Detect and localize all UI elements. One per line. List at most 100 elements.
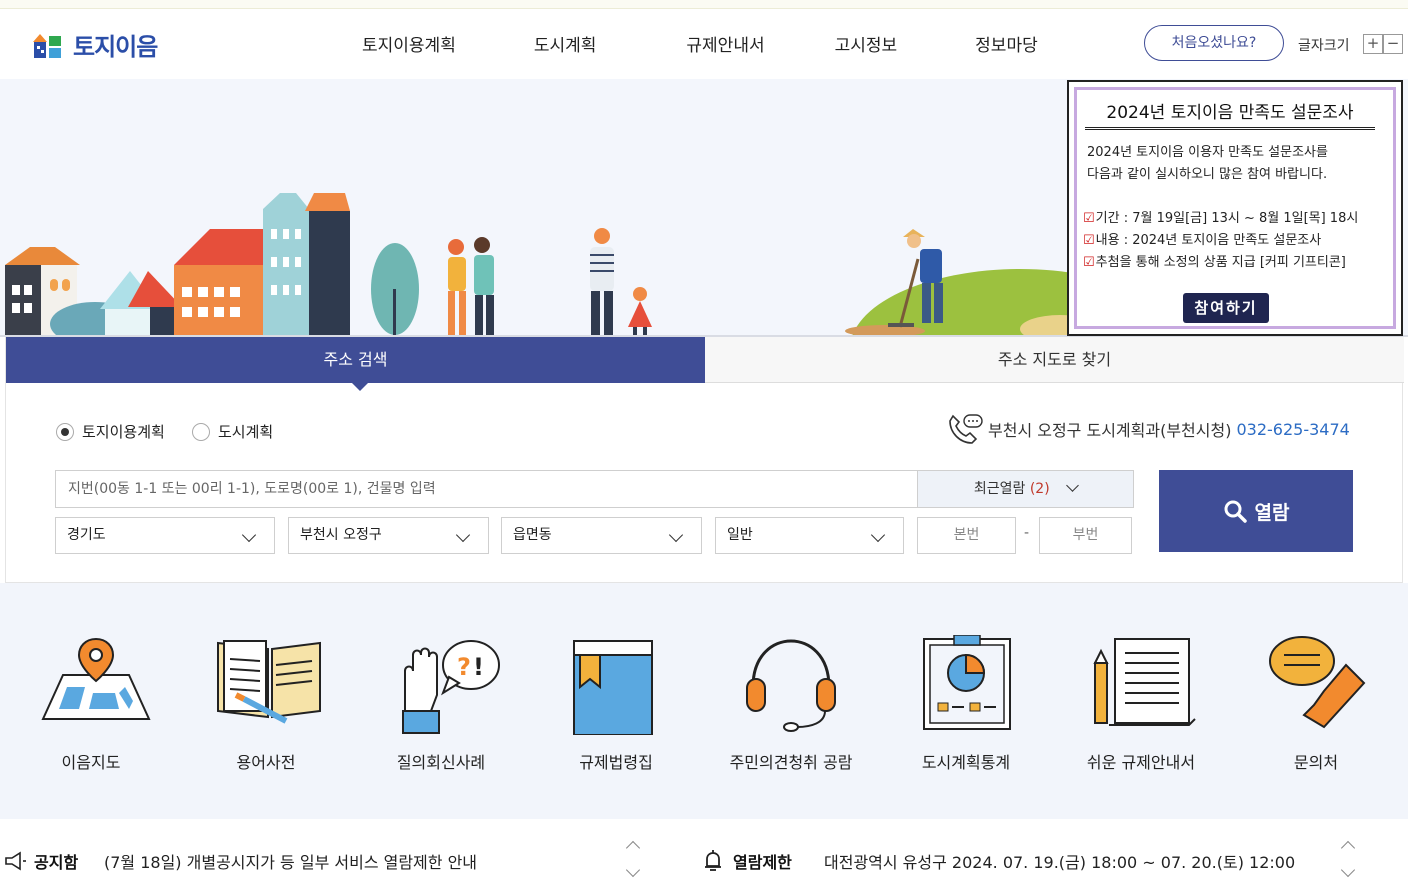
popup-item-text: 내용 : 2024년 토지이음 만족도 설문조사 — [1095, 233, 1322, 248]
popup-item-text: 기간 : 7월 19일[금] 13시 ~ 8월 1일[목] 18시 — [1095, 211, 1359, 226]
participate-button[interactable]: 참여하기 — [1183, 293, 1269, 323]
font-size-label: 글자크기 — [1298, 38, 1350, 54]
quick-link-label: 문의처 — [1293, 753, 1339, 772]
question-hand-icon: ? ! — [402, 640, 500, 734]
quick-link-label: 쉬운 규제안내서 — [1086, 753, 1196, 772]
restriction-text[interactable]: 대전광역시 유성구 2024. 07. 19.(금) 18:00 ~ 07. 2… — [824, 849, 1295, 873]
notice-text[interactable]: (7월 18일) 개별공시지가 등 일부 서비스 열람제한 안내 — [104, 849, 477, 873]
speaker-icon — [5, 851, 26, 871]
popup-item: ☑기간 : 7월 19일[금] 13시 ~ 8월 1일[목] 18시 — [1083, 208, 1383, 230]
headset-icon — [746, 639, 836, 732]
nav-info-plaza[interactable]: 정보마당 — [975, 31, 1038, 56]
popup-description: 2024년 토지이음 이용자 만족도 설문조사를 다음과 같이 실시하오니 많은… — [1087, 142, 1377, 186]
font-decrease-button[interactable]: − — [1383, 34, 1403, 54]
top-strip — [0, 0, 1408, 9]
chevron-down-icon — [455, 527, 471, 543]
select-value: 읍면동 — [513, 527, 552, 543]
site-logo[interactable]: 토지이음 — [33, 27, 158, 62]
quick-link-easy-guide[interactable]: 쉬운 규제안내서 — [1066, 583, 1216, 819]
first-visit-button[interactable]: 처음오셨나요? — [1144, 25, 1284, 61]
radio-unchecked-icon — [192, 422, 210, 441]
logo-icon — [33, 33, 61, 58]
phone-bubble-icon — [1269, 636, 1366, 729]
quick-link-label: 주민의견청취 공람 — [729, 753, 853, 772]
quick-links: 이음지도 용어사전 ? ! 질의회신사례 규제법령집 주민의견청취 공람 도시계… — [0, 583, 1408, 819]
quick-link-glossary[interactable]: 용어사전 — [191, 583, 341, 819]
logo-text: 토지이음 — [73, 33, 158, 61]
chevron-down-icon — [1066, 479, 1080, 492]
map-pin-icon — [41, 637, 151, 720]
popup-desc-line: 다음과 같이 실시하오니 많은 참여 바랍니다. — [1087, 167, 1328, 182]
popup-item: ☑내용 : 2024년 토지이음 만족도 설문조사 — [1083, 230, 1383, 252]
quick-link-contact[interactable]: 문의처 — [1241, 583, 1391, 819]
checkbox-icon: ☑ — [1083, 211, 1095, 226]
nav-regulation-guide[interactable]: 규제안내서 — [686, 31, 764, 56]
contact-label: 부천시 오정구 도시계획과(부천시청) — [988, 421, 1232, 440]
notice-next-arrow-icon[interactable] — [625, 862, 641, 878]
city-select[interactable]: 부천시 오정구 — [288, 517, 489, 554]
notice-title-text: 공지함 — [34, 853, 79, 872]
search-icon — [1224, 500, 1247, 523]
popup-desc-line: 2024년 토지이음 이용자 만족도 설문조사를 — [1087, 145, 1328, 160]
restriction-next-arrow-icon[interactable] — [1340, 862, 1356, 878]
main-number-input[interactable]: 본번 — [917, 517, 1016, 554]
nav-notice-info[interactable]: 고시정보 — [835, 31, 898, 56]
nav-land-use[interactable]: 토지이용계획 — [362, 31, 456, 56]
recent-label: 최근열람 — [973, 481, 1026, 497]
quick-link-label: 용어사전 — [236, 753, 296, 772]
restriction-title: 열람제한 — [703, 849, 792, 873]
survey-popup[interactable]: 2024년 토지이음 만족도 설문조사 2024년 토지이음 이용자 만족도 설… — [1067, 80, 1403, 336]
popup-detail-list: ☑기간 : 7월 19일[금] 13시 ~ 8월 1일[목] 18시 ☑내용 :… — [1083, 208, 1383, 274]
notice-prev-arrow-icon[interactable] — [625, 840, 641, 856]
quick-link-label: 도시계획통계 — [921, 753, 1011, 772]
popup-item-text: 추첨을 통해 소정의 상품 지급 [커피 기프티콘] — [1095, 255, 1346, 270]
restriction-prev-arrow-icon[interactable] — [1340, 840, 1356, 856]
checkbox-icon: ☑ — [1083, 233, 1095, 248]
svg-text:!: ! — [473, 653, 484, 681]
phone-chat-icon — [949, 414, 983, 444]
quick-link-public-hearing[interactable]: 주민의견청취 공람 — [716, 583, 866, 819]
nav-urban-plan[interactable]: 도시계획 — [534, 31, 597, 56]
quick-link-label: 이음지도 — [61, 753, 121, 772]
popup-title: 2024년 토지이음 만족도 설문조사 — [1085, 98, 1375, 130]
quick-link-statistics[interactable]: 도시계획통계 — [891, 583, 1041, 819]
radio-label: 토지이용계획 — [82, 423, 165, 441]
land-type-select[interactable]: 일반 — [715, 517, 904, 554]
notice-bar: 공지함 (7월 18일) 개별공시지가 등 일부 서비스 열람제한 안내 열람제… — [0, 819, 1408, 896]
quick-link-law-book[interactable]: 규제법령집 — [541, 583, 691, 819]
popup-item: ☑추첨을 통해 소정의 상품 지급 [커피 기프티콘] — [1083, 252, 1383, 274]
address-search-input[interactable]: 지번(00동 1-1 또는 00리 1-1), 도로명(00로 1), 건물명 … — [55, 470, 918, 508]
recent-views-dropdown[interactable]: 최근열람 (2) — [917, 470, 1134, 508]
checkbox-icon: ☑ — [1083, 255, 1095, 270]
province-select[interactable]: 경기도 — [55, 517, 275, 554]
view-button-label: 열람 — [1254, 501, 1290, 524]
radio-land-use[interactable]: 토지이용계획 — [56, 421, 165, 442]
chevron-down-icon — [870, 527, 886, 543]
law-book-icon — [573, 640, 653, 735]
quick-link-qa[interactable]: ? ! 질의회신사례 — [366, 583, 516, 819]
document-pencil-icon — [1093, 638, 1196, 726]
contact-phone[interactable]: 032-625-3474 — [1236, 420, 1349, 439]
select-value: 일반 — [727, 527, 753, 543]
chevron-down-icon — [668, 527, 684, 543]
open-book-icon — [217, 640, 321, 724]
view-button[interactable]: 열람 — [1159, 470, 1353, 552]
radio-checked-icon — [56, 422, 74, 441]
recent-count: (2) — [1029, 481, 1050, 497]
address-search-panel: 주소 검색 주소 지도로 찾기 토지이용계획 도시계획 부천시 오정구 도시계획… — [5, 337, 1404, 583]
tab-address-search[interactable]: 주소 검색 — [6, 337, 705, 391]
font-increase-button[interactable]: + — [1363, 34, 1383, 54]
select-value: 경기도 — [67, 527, 106, 543]
select-value: 부천시 오정구 — [300, 527, 382, 543]
quick-link-label: 규제법령집 — [579, 753, 653, 772]
town-select[interactable]: 읍면동 — [501, 517, 702, 554]
radio-urban-plan[interactable]: 도시계획 — [192, 421, 273, 442]
contact-info: 부천시 오정구 도시계획과(부천시청) 032-625-3474 — [946, 413, 1350, 445]
restriction-title-text: 열람제한 — [733, 853, 792, 872]
sub-number-input[interactable]: 부번 — [1039, 517, 1132, 554]
chevron-down-icon — [241, 527, 257, 543]
pie-chart-icon — [923, 635, 1011, 730]
radio-label: 도시계획 — [218, 423, 274, 441]
quick-link-map[interactable]: 이음지도 — [16, 583, 166, 819]
tab-map-search[interactable]: 주소 지도로 찾기 — [705, 337, 1404, 383]
